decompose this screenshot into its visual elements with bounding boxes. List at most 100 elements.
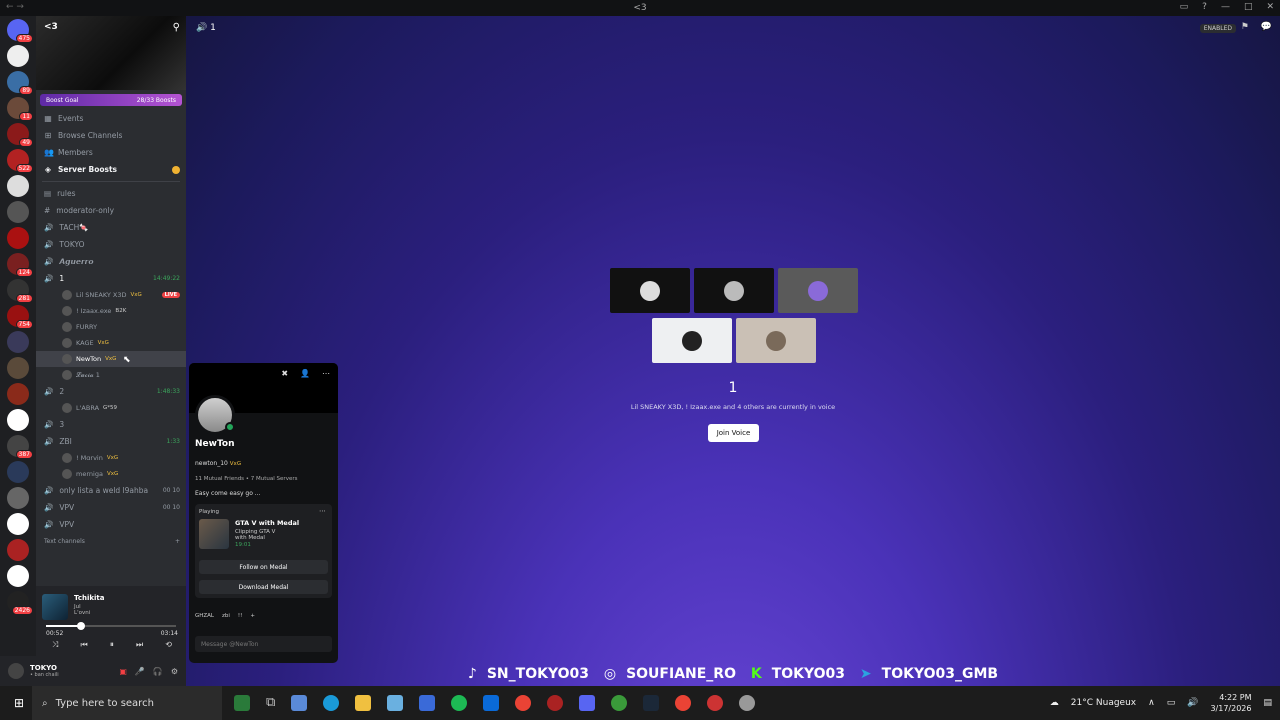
role-tag[interactable]: !! [238, 613, 242, 619]
mutual-info[interactable]: 11 Mutual Friends • 7 Mutual Servers [195, 476, 297, 482]
role-tag[interactable]: GHZAL [195, 613, 214, 619]
server-icon[interactable]: 281 [7, 279, 33, 303]
server-icon[interactable] [7, 357, 29, 379]
discord-icon[interactable] [579, 695, 596, 711]
server-icon[interactable]: 89 [7, 71, 33, 95]
server-icon[interactable] [7, 409, 29, 431]
volume-icon[interactable]: 🔊 [1187, 698, 1198, 708]
voice-user[interactable]: KAGE VxG [36, 335, 186, 351]
more-icon[interactable]: ⋯ [322, 369, 330, 378]
copilot-icon[interactable] [291, 695, 308, 711]
server-icon[interactable]: 124 [7, 253, 33, 277]
nav-server-boosts[interactable]: ◈ Server Boosts [36, 161, 186, 178]
voice-user[interactable]: ! Izaax.exe B2K [36, 303, 186, 319]
repeat-icon[interactable]: ⟲ [165, 640, 172, 650]
voice-channel-zbi[interactable]: 🔊 ZBI 1:33 [36, 433, 186, 450]
server-icon[interactable]: 2426 [7, 591, 33, 615]
help-icon[interactable]: ? [1202, 2, 1207, 12]
server-icon[interactable]: 754 [7, 305, 33, 329]
channel-tach[interactable]: 🔊 TACH🍬 [36, 219, 186, 236]
spotify-icon[interactable] [451, 695, 468, 711]
store-icon[interactable] [419, 695, 436, 711]
close-button[interactable]: ✕ [1266, 2, 1274, 12]
app-icon[interactable] [483, 695, 500, 711]
server-icon[interactable] [7, 461, 29, 483]
server-icon[interactable] [7, 201, 29, 223]
voice-channel-only[interactable]: 🔊 only lista a weld l9ahba 00 10 [36, 482, 186, 499]
taskbar-search[interactable]: ⌕ Type here to search [32, 686, 222, 720]
inbox-icon[interactable]: ⚑ [1241, 22, 1249, 32]
server-banner[interactable]: <3 ⚲ [36, 16, 186, 90]
add-member-icon[interactable]: ⚲ [173, 22, 180, 33]
clock[interactable]: 4:22 PM 3/17/2026 [1210, 692, 1251, 714]
voice-channel-vpv-2[interactable]: 🔊 VPV [36, 516, 186, 533]
add-channel-icon[interactable]: + [175, 538, 180, 545]
stream-icon[interactable]: ▣ [119, 667, 127, 676]
channel-moderator-only[interactable]: # moderator-only [36, 202, 186, 219]
app-icon[interactable] [387, 695, 404, 711]
nav-members[interactable]: 👥 Members [36, 144, 186, 161]
channel-tokyo[interactable]: 🔊 TOKYO [36, 236, 186, 253]
voice-channel-3[interactable]: 🔊 3 [36, 416, 186, 433]
app-icon[interactable] [547, 695, 564, 711]
file-explorer-icon[interactable] [355, 695, 372, 711]
steam-icon[interactable] [643, 695, 660, 711]
voice-user[interactable]: L'ABRA G*59 [36, 400, 186, 416]
progress-knob[interactable] [77, 622, 86, 630]
windows-start-icon[interactable]: ⊞ [6, 696, 32, 710]
nav-events[interactable]: ▦ Events [36, 110, 186, 127]
join-voice-button[interactable]: Join Voice [708, 424, 759, 442]
server-icon[interactable] [7, 487, 29, 509]
weather-text[interactable]: 21°C Nuageux [1071, 698, 1136, 708]
minimize-button[interactable]: — [1221, 2, 1230, 12]
voice-channel-2[interactable]: 🔊 2 1:48:33 [36, 383, 186, 400]
task-view-icon[interactable]: ⧉ [266, 695, 275, 711]
server-icon[interactable] [7, 45, 29, 67]
tools-icon[interactable]: ✖ [281, 369, 288, 378]
participant-tile[interactable] [610, 268, 690, 313]
server-icon[interactable]: 387 [7, 435, 33, 459]
chrome-icon[interactable] [675, 695, 692, 711]
microphone-icon[interactable]: 🎤 [135, 667, 145, 676]
server-icon[interactable]: 11 [7, 97, 33, 121]
voice-channel-vpv[interactable]: 🔊 VPV 00 10 [36, 499, 186, 516]
voice-user[interactable]: 𝓛𝓾𝓬𝓲𝓪 1 [36, 367, 186, 383]
inbox-icon[interactable]: ▭ [1180, 2, 1189, 12]
follow-medal-button[interactable]: Follow on Medal [199, 560, 328, 574]
voice-user[interactable]: merniga VxG [36, 466, 186, 482]
server-icon[interactable] [7, 539, 29, 561]
back-icon[interactable]: ← → [6, 2, 24, 12]
add-role-icon[interactable]: + [250, 613, 255, 619]
server-icon[interactable]: 49 [7, 123, 33, 147]
participant-tile[interactable] [694, 268, 774, 313]
more-icon[interactable]: ⋯ [319, 507, 326, 515]
app-icon[interactable] [707, 695, 724, 711]
network-icon[interactable]: ▭ [1167, 698, 1176, 708]
next-icon[interactable]: ⏭ [136, 640, 143, 650]
chrome-icon[interactable] [515, 695, 532, 711]
avatar[interactable] [8, 663, 24, 679]
server-icon[interactable]: 522 [7, 149, 33, 173]
server-icon[interactable] [7, 175, 29, 197]
progress-bar[interactable] [46, 622, 176, 630]
settings-gear-icon[interactable]: ⚙ [171, 667, 178, 676]
server-icon[interactable] [7, 513, 29, 535]
download-medal-button[interactable]: Download Medal [199, 580, 328, 594]
server-icon[interactable] [7, 331, 29, 353]
participant-tile[interactable] [652, 318, 732, 363]
channel-aguerro[interactable]: 🔊 𝘼𝙜𝙪𝙚𝙧𝙧𝙤 [36, 253, 186, 270]
app-icon[interactable] [739, 695, 756, 711]
add-friend-icon[interactable]: 👤 [300, 369, 310, 378]
server-icon[interactable] [7, 227, 29, 249]
shuffle-icon[interactable]: ⤨ [52, 640, 58, 650]
previous-icon[interactable]: ⏮ [81, 640, 88, 650]
voice-user[interactable]: ! Mɑrvin VxG [36, 450, 186, 466]
voice-channel-1[interactable]: 🔊 1 14:49:22 [36, 270, 186, 287]
app-icon[interactable] [234, 695, 250, 711]
channel-rules[interactable]: ▤ rules [36, 185, 186, 202]
message-input[interactable]: Message @NewTon [195, 636, 332, 652]
role-tag[interactable]: zbi [222, 613, 230, 619]
category-text-channels[interactable]: Text channels + [36, 533, 186, 550]
notification-icon[interactable]: ▤ [1263, 698, 1272, 708]
voice-user-selected[interactable]: NewTon VxG ⬉ [36, 351, 186, 367]
